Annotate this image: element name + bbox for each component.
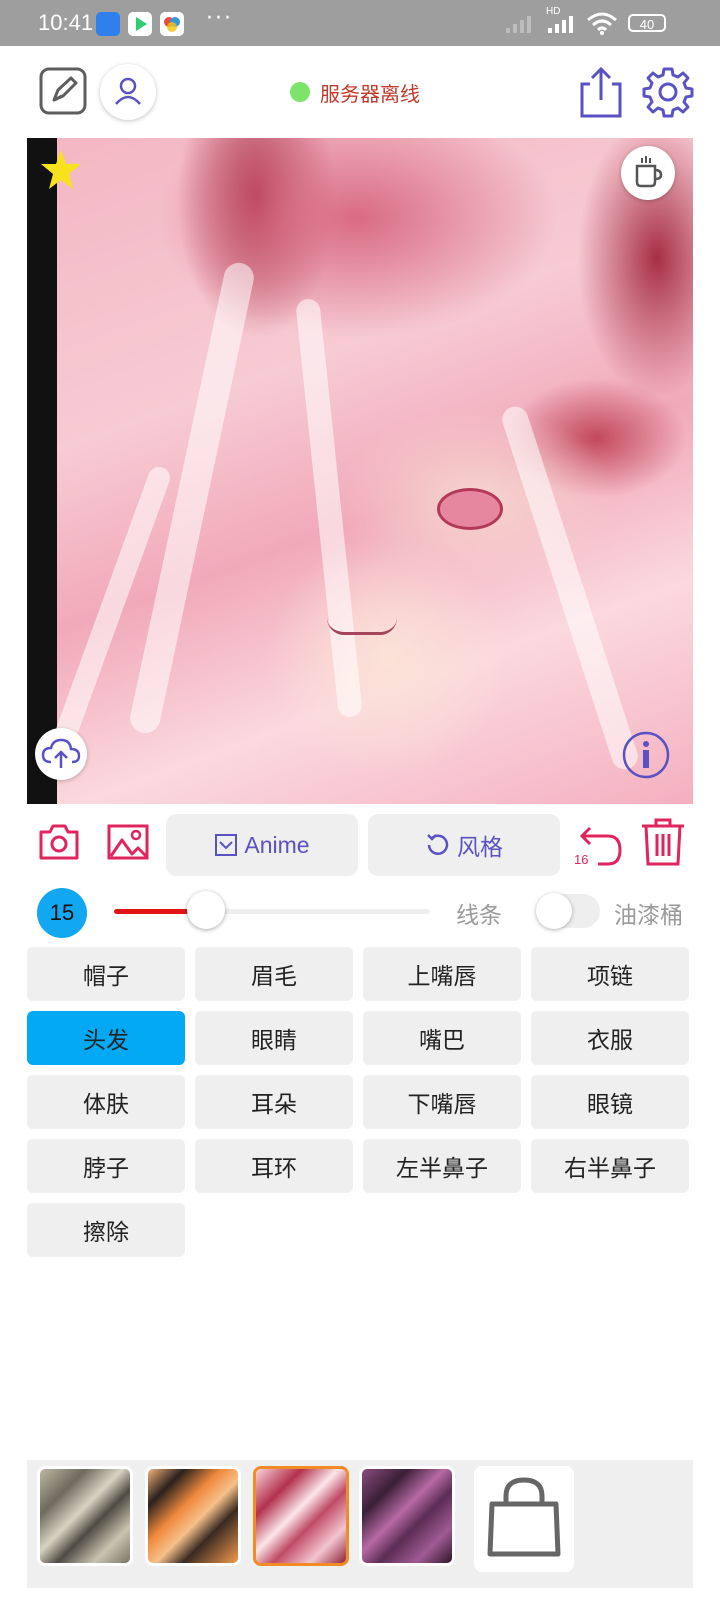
eye-shape <box>437 488 503 530</box>
coffee-button[interactable] <box>621 146 675 200</box>
part-button[interactable]: 项链 <box>531 947 689 1001</box>
model-label: Anime <box>244 831 310 858</box>
rotate-icon <box>427 834 449 855</box>
part-button-selected[interactable]: 头发 <box>27 1011 185 1065</box>
wifi-icon <box>586 12 618 40</box>
signal-weak-icon <box>504 14 534 38</box>
style-label: 风格 <box>457 834 503 860</box>
part-button[interactable]: 眼睛 <box>195 1011 353 1065</box>
edit-button[interactable] <box>38 66 88 116</box>
shopping-bag-icon <box>487 1477 561 1557</box>
gallery-button[interactable] <box>106 822 150 866</box>
settings-icon <box>642 67 694 118</box>
part-button[interactable]: 嘴巴 <box>363 1011 521 1065</box>
part-button[interactable]: 眼镜 <box>531 1075 689 1129</box>
style-swatch-selected[interactable] <box>253 1466 349 1566</box>
part-button[interactable]: 脖子 <box>27 1139 185 1193</box>
delete-button[interactable] <box>640 818 686 872</box>
brush-slider-thumb[interactable] <box>187 891 225 929</box>
style-tray <box>27 1460 693 1588</box>
brush-size-badge[interactable]: 15 <box>37 888 87 938</box>
generated-artwork <box>42 138 693 804</box>
undo-button[interactable]: 16 <box>574 822 624 872</box>
part-button[interactable]: 眉毛 <box>195 947 353 1001</box>
settings-button[interactable] <box>642 66 694 118</box>
part-button[interactable]: 耳朵 <box>195 1075 353 1129</box>
undo-count: 16 <box>574 852 589 867</box>
part-button[interactable]: 下嘴唇 <box>363 1075 521 1129</box>
user-icon <box>115 77 141 105</box>
paint-bucket-toggle-thumb[interactable] <box>536 893 572 929</box>
part-button[interactable]: 衣服 <box>531 1011 689 1065</box>
info-icon <box>622 731 670 779</box>
signal-icon <box>546 14 576 38</box>
video-app-icon <box>128 12 152 36</box>
checkbox-icon <box>215 834 238 856</box>
server-status-label: 服务器离线 <box>320 82 420 106</box>
more-notifications-icon: ··· <box>206 6 233 31</box>
part-button[interactable]: 擦除 <box>27 1203 185 1257</box>
style-swatch[interactable] <box>145 1466 241 1566</box>
server-status-dot <box>290 82 310 102</box>
trash-icon <box>642 818 684 866</box>
upload-button[interactable] <box>35 728 87 780</box>
info-button[interactable] <box>621 730 671 784</box>
battery-icon: 40 <box>628 14 666 32</box>
user-button[interactable] <box>100 64 156 120</box>
status-bar: 10:41 ··· HD 40 <box>0 0 720 46</box>
shop-button[interactable] <box>474 1466 574 1572</box>
style-swatch[interactable] <box>359 1466 455 1566</box>
paint-bucket-label: 油漆桶 <box>614 903 683 929</box>
part-button[interactable]: 左半鼻子 <box>363 1139 521 1193</box>
part-button[interactable]: 耳环 <box>195 1139 353 1193</box>
status-time: 10:41 <box>38 10 94 35</box>
drawing-canvas[interactable] <box>27 138 693 804</box>
share-button[interactable] <box>576 66 626 118</box>
camera-icon <box>39 824 79 860</box>
cloud-upload-icon <box>41 738 81 768</box>
edit-icon <box>39 67 87 115</box>
part-button[interactable]: 体肤 <box>27 1075 185 1129</box>
camera-button[interactable] <box>38 822 80 866</box>
favorite-button[interactable] <box>39 148 83 196</box>
shopping-app-icon <box>160 12 184 36</box>
style-button[interactable]: 风格 <box>368 814 560 876</box>
model-select-button[interactable]: Anime <box>166 814 358 876</box>
star-icon <box>41 150 81 189</box>
share-icon <box>580 66 622 118</box>
wifi-app-icon <box>96 12 120 36</box>
coffee-cup-icon <box>635 156 663 188</box>
line-mode-label: 线条 <box>456 903 502 929</box>
style-swatch[interactable] <box>37 1466 133 1566</box>
image-icon <box>107 824 149 860</box>
part-button[interactable]: 右半鼻子 <box>531 1139 689 1193</box>
part-button[interactable]: 上嘴唇 <box>363 947 521 1001</box>
part-button[interactable]: 帽子 <box>27 947 185 1001</box>
mouth-shape <box>327 618 397 635</box>
